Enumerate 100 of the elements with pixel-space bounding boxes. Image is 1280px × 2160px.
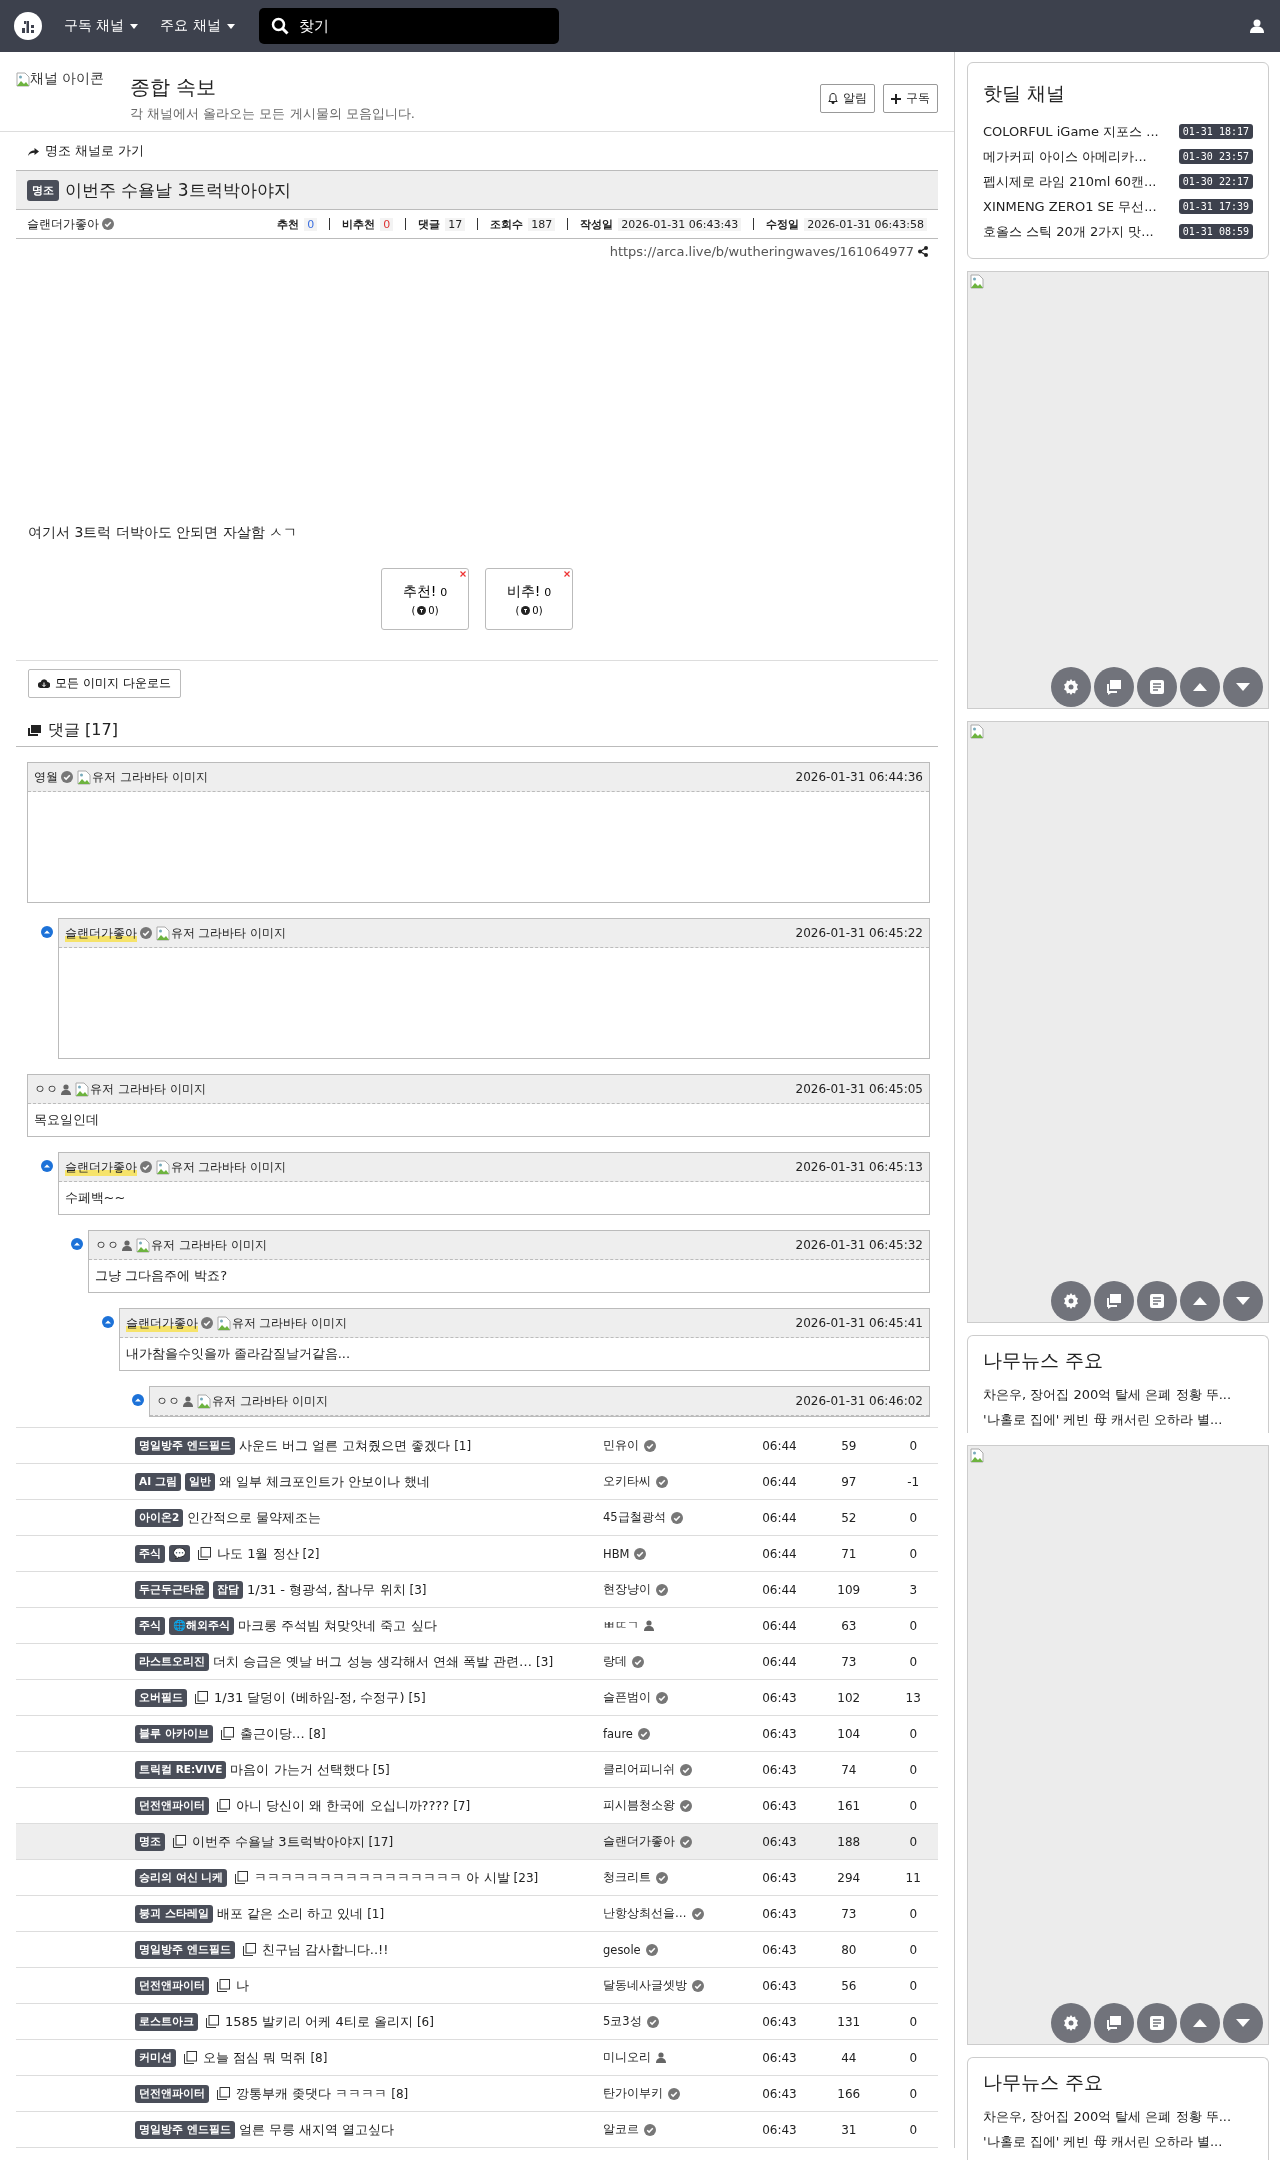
download-button[interactable]: 모든 이미지 다운로드	[28, 669, 181, 698]
article-title[interactable]: 오늘 점심 뭐 먹쥐	[203, 2048, 307, 2067]
article-row[interactable]: 트릭컬 RE:VIVE 마음이 가는거 선택했다 [5] 클리어피니쉬 06:43 74 0	[16, 1752, 938, 1788]
reply-icon[interactable]	[40, 1160, 53, 1172]
article-title[interactable]: 더치 승급은 옛날 버그 성능 생각해서 연쇄 폭발 관련…	[213, 1652, 533, 1671]
article-time: 06:43	[761, 1870, 798, 1885]
news-link[interactable]: 차은우, 장어집 200억 탈세 은폐 정황 뚜...	[983, 2107, 1232, 2126]
article-title[interactable]: ㅋㅋㅋㅋㅋㅋㅋㅋㅋㅋㅋㅋㅋㅋㅋㅋ 아 시발	[254, 1868, 510, 1887]
article-title[interactable]: 배포 같은 소리 하고 있네	[216, 1904, 364, 1923]
arrow-up-button[interactable]	[1180, 667, 1220, 707]
arrow-down-button[interactable]	[1223, 2003, 1263, 2043]
search-field[interactable]: 찾기	[258, 8, 559, 44]
comment-author: ㅇㅇ	[156, 1392, 180, 1410]
comment-date: 2026-01-31 06:46:02	[795, 1394, 923, 1408]
time-badge: 01-31 08:59	[1178, 224, 1253, 239]
deal-link[interactable]: 메가커피 아이스 아메리카...	[983, 147, 1147, 166]
news-link[interactable]: 차은우, 장어집 200억 탈세 은폐 정황 뚜...	[983, 1385, 1232, 1404]
list-button[interactable]	[1137, 667, 1177, 707]
deal-link[interactable]: 펩시제로 라임 210ml 60캔...	[983, 172, 1157, 191]
share-icon[interactable]	[918, 245, 928, 257]
time-badge: 01-30 22:17	[1178, 174, 1253, 189]
article-row[interactable]: 로스트아크 1585 발키리 어케 4티로 올리지 [6] 5코3성 06:43 131 0	[16, 2004, 938, 2040]
article-title[interactable]: 사운드 버그 얼른 고쳐줬으면 좋겠다	[238, 1436, 451, 1455]
arrow-down-button[interactable]	[1223, 1281, 1263, 1321]
article-row[interactable]: 던전앤파이터 깡통부캐 좆댓다 ㅋㅋㅋㅋ [8] 탄가이부키 06:43 166 0	[16, 2076, 938, 2112]
article-row[interactable]: 블루 아카이브 출근이당… [8] faure 06:43 104 0	[16, 1716, 938, 1752]
arrow-up-button[interactable]	[1180, 1281, 1220, 1321]
news-link[interactable]: '나홀로 집에' 케빈 母 캐서린 오하라 별...	[983, 1410, 1223, 1429]
user-icon[interactable]	[1250, 19, 1264, 33]
comment-text: 목요일인데	[34, 1111, 99, 1129]
chat-button[interactable]	[1094, 2003, 1134, 2043]
reply-icon[interactable]	[132, 1394, 144, 1406]
notify-button[interactable]: 알림	[820, 84, 875, 113]
chat-button[interactable]	[1094, 667, 1134, 707]
article-row[interactable]: 두근두근타운 잡담 1/31 - 형광석, 참나무 위치 [3] 현장냥이 06:44 109 3	[16, 1572, 938, 1608]
rating-count: 0	[908, 1510, 919, 1525]
list-button[interactable]	[1137, 2003, 1177, 2043]
category-badge: 주식	[135, 1616, 165, 1635]
reply-icon[interactable]	[40, 926, 53, 938]
view-count: 63	[840, 1618, 858, 1633]
logo-icon[interactable]	[14, 12, 42, 40]
article-title[interactable]: 1/31 달덩이 (베하임-정, 수정구)	[214, 1688, 405, 1707]
article-row[interactable]: 명일방주 엔드필드 사운드 버그 얼른 고쳐줬으면 좋겠다 [1] 민유이 06:44 59 0	[16, 1428, 938, 1464]
deal-link[interactable]: 호올스 스틱 20개 2가지 맛...	[983, 222, 1154, 241]
article-title[interactable]: 왜 일부 체크포인트가 안보이나 했네	[218, 1472, 431, 1491]
article-row[interactable]: 주식 💬 나도 1월 정산 [2] HBM 06:44 71 0	[16, 1536, 938, 1572]
article-row[interactable]: 던전앤파이터 나 달동네사글셋방 06:43 56 0	[16, 1968, 938, 2004]
chat-button[interactable]	[1094, 1281, 1134, 1321]
article-time: 06:43	[761, 2122, 798, 2137]
comment-text: 내가참을수잇을까 졸라감질날거같음...	[125, 1345, 351, 1363]
author-name: 오키타씨	[603, 1474, 651, 1489]
settings-button[interactable]	[1051, 2003, 1091, 2043]
article-row[interactable]: 주식 🌐해외주식 마크롱 주석빔 쳐맞앗네 죽고 싶다 ㅃㄸㄱ 06:44 63 0	[16, 1608, 938, 1644]
article-row[interactable]: 명일방주 엔드필드 친구님 감사합니다..!! gesole 06:43 80 0	[16, 1932, 938, 1968]
article-row[interactable]: 오버필드 1/31 달덩이 (베하임-정, 수정구) [5] 슬픈범이 06:43 102 13	[16, 1680, 938, 1716]
article-row[interactable]: 명일방주 엔드필드 얼른 무릉 새지역 열고싶다 알코르 06:43 31 0	[16, 2112, 938, 2148]
article-title[interactable]: 1/31 - 형광석, 참나무 위치	[247, 1580, 406, 1599]
article-row[interactable]: 아이온2 인간적으로 물약제조는 45급철광석 06:44 52 0	[16, 1500, 938, 1536]
arrow-down-button[interactable]	[1223, 667, 1263, 707]
image-alt-text: 유저 그라바타 이미지	[170, 1158, 287, 1176]
menu-dropdown[interactable]: 주요 채널	[160, 17, 235, 35]
article-title[interactable]: 친구님 감사합니다..!!	[261, 1940, 389, 1959]
deal-link[interactable]: COLORFUL iGame 지포스 ...	[983, 122, 1159, 141]
deal-link[interactable]: XINMENG ZERO1 SE 무선...	[983, 197, 1157, 216]
menu-dropdown[interactable]: 구독 채널	[64, 17, 139, 35]
article-time: 06:44	[761, 1618, 798, 1633]
settings-button[interactable]	[1051, 1281, 1091, 1321]
subscribe-button[interactable]: 구독	[883, 84, 938, 113]
article-title[interactable]: 마크롱 주석빔 쳐맞앗네 죽고 싶다	[238, 1616, 437, 1635]
arrow-up-button[interactable]	[1180, 2003, 1220, 2043]
reply-icon[interactable]	[71, 1238, 83, 1250]
channel-link[interactable]: 명조 채널로 가기	[16, 132, 938, 170]
article-title[interactable]: 나도 1월 정산	[217, 1544, 299, 1563]
bell-icon	[828, 93, 838, 104]
reply-icon[interactable]	[101, 1316, 114, 1328]
comment-count: [1]	[454, 1438, 472, 1453]
article-title[interactable]: 깡통부캐 좆댓다 ㅋㅋㅋㅋ	[236, 2084, 388, 2103]
article-title[interactable]: 마음이 가는거 선택했다	[230, 1760, 369, 1779]
upvote-button[interactable]: 추천! 0 ( 0)	[381, 568, 469, 630]
news-link[interactable]: '나홀로 집에' 케빈 母 캐서린 오하라 별...	[983, 2132, 1223, 2151]
article-title[interactable]: 인간적으로 물약제조는	[187, 1508, 322, 1527]
author-name: 미니오리	[603, 2050, 651, 2065]
article-row[interactable]: 명조 이번주 수욜날 3트럭박아야지 [17] 슬랜더가좋아 06:43 188 0	[16, 1824, 938, 1860]
article-title[interactable]: 1585 발키리 어케 4티로 올리지	[225, 2012, 413, 2031]
article-row[interactable]: 커미션 오늘 점심 뭐 먹쥐 [8] 미니오리 06:43 44 0	[16, 2040, 938, 2076]
article-title[interactable]: 나	[236, 1976, 249, 1995]
article-row[interactable]: 라스트오리진 더치 승급은 옛날 버그 성능 생각해서 연쇄 폭발 관련… [3] 랑데 06:44 73 0	[16, 1644, 938, 1680]
article-title[interactable]: 출근이당…	[239, 1724, 305, 1743]
article-title[interactable]: 이번주 수욜날 3트럭박아야지	[192, 1832, 365, 1851]
article-title[interactable]: 얼른 무릉 새지역 열고싶다	[238, 2120, 395, 2139]
article-title[interactable]: 아니 당신이 왜 한국에 오십니까????	[236, 1796, 450, 1815]
article-row[interactable]: 승리의 여신 니케 ㅋㅋㅋㅋㅋㅋㅋㅋㅋㅋㅋㅋㅋㅋㅋㅋ 아 시발 [23] 청크리트 06:43 294 11	[16, 1860, 938, 1896]
list-button[interactable]	[1137, 1281, 1177, 1321]
article-row[interactable]: 붕괴 스타레일 배포 같은 소리 하고 있네 [1] 난항상최선을… 06:43 73 0	[16, 1896, 938, 1932]
card-title: 나무뉴스 주요	[983, 2070, 1105, 2095]
article-row[interactable]: AI 그림 일반 왜 일부 체크포인트가 안보이나 했네 오키타씨 06:44 97 -1	[16, 1464, 938, 1500]
downvote-button[interactable]: 비추! 0 ( 0)	[485, 568, 573, 630]
rating-count: 13	[904, 1690, 922, 1705]
settings-button[interactable]	[1051, 667, 1091, 707]
stat-label: 비추천	[342, 216, 376, 232]
